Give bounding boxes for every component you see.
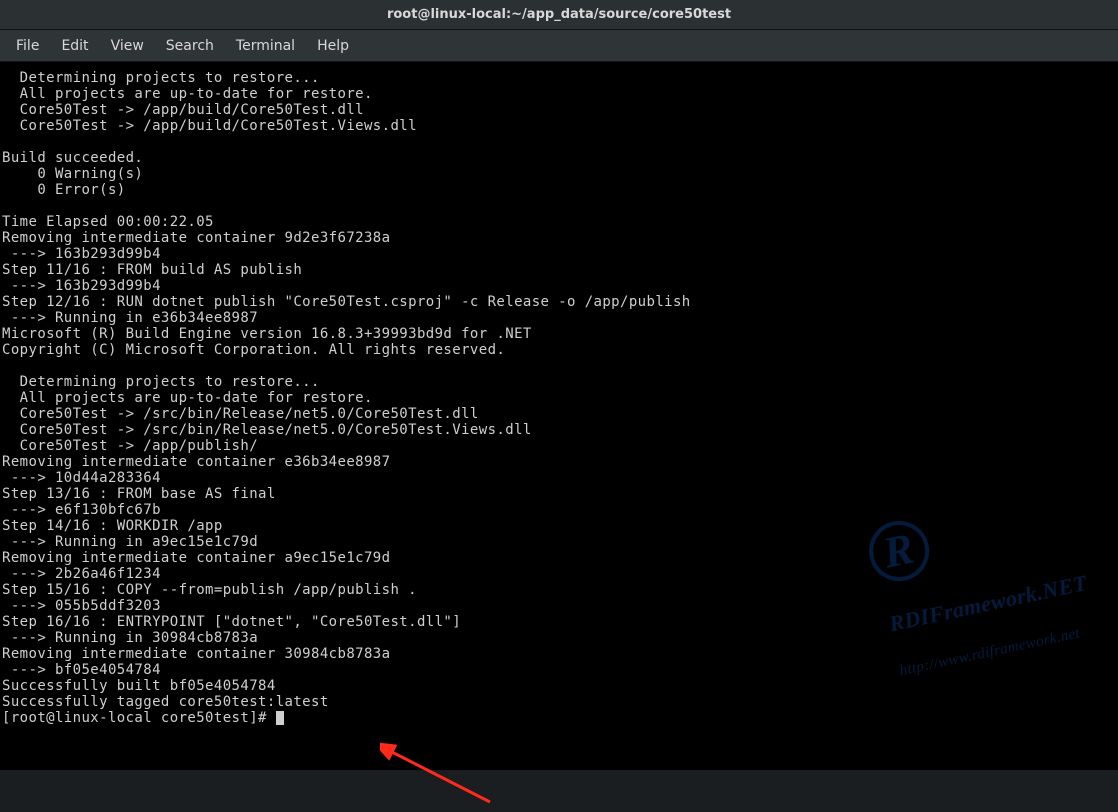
annotation-arrow-icon — [380, 742, 500, 812]
menu-search[interactable]: Search — [156, 34, 224, 58]
menu-view[interactable]: View — [101, 34, 154, 58]
menu-help[interactable]: Help — [307, 34, 359, 58]
watermark: R RDIFramework.NET http://www.rdiframewo… — [845, 469, 1109, 731]
window-title: root@linux-local:~/app_data/source/core5… — [387, 7, 731, 22]
menu-edit[interactable]: Edit — [51, 34, 98, 58]
watermark-url: http://www.rdiframework.net — [898, 622, 1098, 680]
menu-terminal[interactable]: Terminal — [226, 34, 305, 58]
menubar: File Edit View Search Terminal Help — [0, 30, 1118, 62]
window-titlebar: root@linux-local:~/app_data/source/core5… — [0, 0, 1118, 30]
menu-file[interactable]: File — [6, 34, 49, 58]
terminal-prompt: [root@linux-local core50test]# — [2, 710, 276, 726]
terminal-output[interactable]: Determining projects to restore... All p… — [0, 62, 1118, 770]
watermark-title: RDIFramework.NET — [888, 575, 1088, 633]
watermark-logo-icon: R — [863, 516, 934, 587]
terminal-text: Determining projects to restore... All p… — [2, 70, 691, 710]
cursor-icon — [276, 711, 284, 725]
